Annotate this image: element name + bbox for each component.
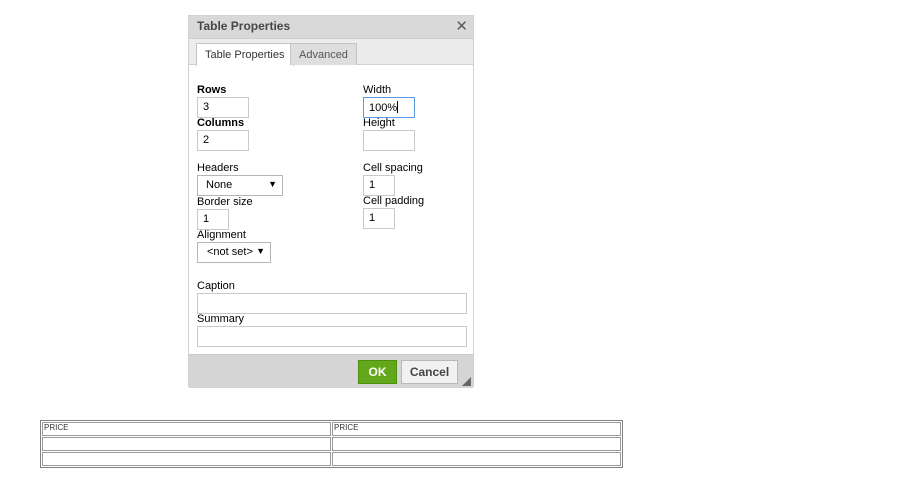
dialog-titlebar[interactable]: Table Properties ✕ <box>189 16 473 39</box>
summary-field[interactable] <box>197 326 467 347</box>
border-size-label: Border size <box>197 196 253 208</box>
height-field[interactable] <box>363 130 415 151</box>
table-row <box>42 452 621 466</box>
table-properties-dialog: Table Properties ✕ Table Properties Adva… <box>188 15 474 388</box>
tab-strip: Table Properties Advanced <box>189 39 473 66</box>
columns-field[interactable]: 2 <box>197 130 249 151</box>
border-size-value: 1 <box>203 213 210 225</box>
cell-padding-field[interactable]: 1 <box>363 208 395 229</box>
editor-table: PRICE PRICE <box>40 420 623 468</box>
caption-field[interactable] <box>197 293 467 314</box>
chevron-down-icon: ▼ <box>256 246 265 256</box>
table-cell[interactable]: PRICE <box>332 422 621 436</box>
headers-value: None <box>206 179 233 191</box>
table-cell[interactable] <box>332 452 621 466</box>
cell-spacing-value: 1 <box>369 179 376 191</box>
tab-table-properties[interactable]: Table Properties <box>196 43 294 66</box>
table-cell[interactable] <box>42 437 331 451</box>
width-field[interactable]: 100% <box>363 97 415 118</box>
rows-value: 3 <box>203 101 210 113</box>
alignment-value: <not set> <box>207 246 253 258</box>
chevron-down-icon: ▼ <box>268 179 277 189</box>
alignment-select[interactable]: <not set> ▼ <box>197 242 271 263</box>
cell-padding-label: Cell padding <box>363 195 425 207</box>
rows-field[interactable]: 3 <box>197 97 249 118</box>
cell-padding-value: 1 <box>369 212 376 224</box>
cell-spacing-field[interactable]: 1 <box>363 175 395 196</box>
width-value: 100% <box>369 102 398 114</box>
close-icon[interactable]: ✕ <box>455 18 468 35</box>
cancel-button[interactable]: Cancel <box>401 360 458 384</box>
summary-label: Summary <box>197 313 245 325</box>
text-caret <box>397 101 399 113</box>
width-label: Width <box>363 84 392 96</box>
headers-label: Headers <box>197 162 239 174</box>
resize-grip-icon[interactable] <box>462 377 471 386</box>
height-label: Height <box>363 117 395 129</box>
tab-advanced[interactable]: Advanced <box>290 43 357 65</box>
ok-button[interactable]: OK <box>358 360 397 384</box>
border-size-field[interactable]: 1 <box>197 209 229 230</box>
table-cell[interactable] <box>42 452 331 466</box>
dialog-title: Table Properties <box>197 19 291 33</box>
headers-select[interactable]: None ▼ <box>197 175 283 196</box>
columns-label: Columns <box>197 117 245 129</box>
table-cell[interactable] <box>332 437 621 451</box>
table-row <box>42 437 621 451</box>
table-row: PRICE PRICE <box>42 422 621 436</box>
rows-label: Rows <box>197 84 227 96</box>
caption-label: Caption <box>197 280 235 292</box>
table-cell[interactable]: PRICE <box>42 422 331 436</box>
columns-value: 2 <box>203 134 210 146</box>
cell-spacing-label: Cell spacing <box>363 162 423 174</box>
alignment-label: Alignment <box>197 229 246 241</box>
dialog-footer: OK Cancel <box>189 354 473 388</box>
